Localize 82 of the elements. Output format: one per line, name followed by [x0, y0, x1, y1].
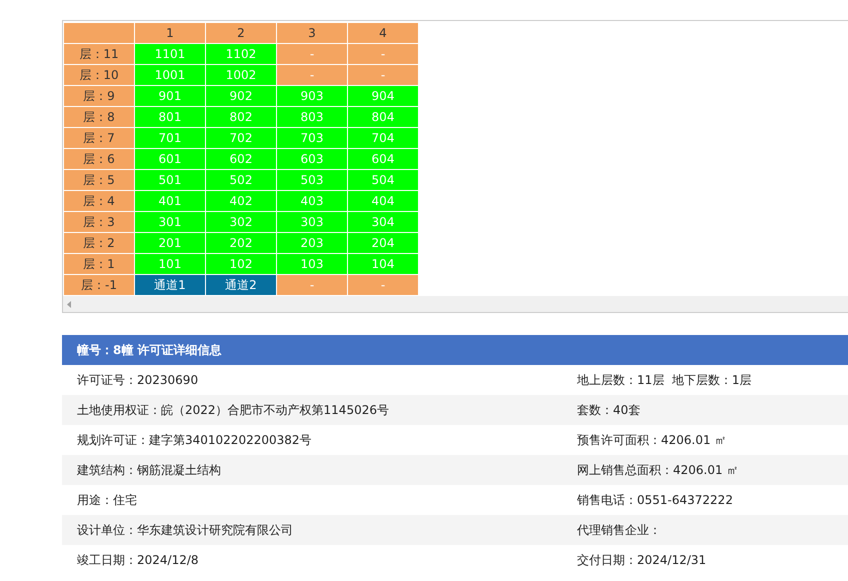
- unit-cell[interactable]: 1102: [206, 44, 276, 64]
- unit-cell[interactable]: 701: [135, 128, 205, 148]
- detail-text: 建筑结构：钢筋混凝土结构: [77, 462, 222, 478]
- unit-cell[interactable]: -: [348, 65, 418, 85]
- unit-cell[interactable]: 1002: [206, 65, 276, 85]
- detail-text: 土地使用权证：皖（2022）合肥市不动产权第1145026号: [77, 402, 390, 418]
- floor-label: 层：6: [64, 149, 134, 169]
- column-header: 1: [135, 23, 205, 43]
- unit-cell[interactable]: 504: [348, 170, 418, 190]
- unit-cell[interactable]: 101: [135, 254, 205, 274]
- unit-cell[interactable]: 203: [277, 233, 347, 253]
- floor-label: 层：2: [64, 233, 134, 253]
- unit-cell[interactable]: 903: [277, 86, 347, 106]
- unit-cell[interactable]: 601: [135, 149, 205, 169]
- floor-label: 层：3: [64, 212, 134, 232]
- unit-cell[interactable]: 1001: [135, 65, 205, 85]
- floor-label: 层：1: [64, 254, 134, 274]
- detail-text: 用途：住宅: [77, 492, 138, 508]
- scroll-left-icon[interactable]: [67, 300, 71, 308]
- unit-cell[interactable]: 102: [206, 254, 276, 274]
- unit-cell[interactable]: 901: [135, 86, 205, 106]
- unit-cell[interactable]: 401: [135, 191, 205, 211]
- unit-cell[interactable]: 904: [348, 86, 418, 106]
- unit-cell[interactable]: 502: [206, 170, 276, 190]
- detail-text: 销售电话：0551-64372222: [577, 492, 734, 508]
- unit-cell[interactable]: -: [348, 44, 418, 64]
- detail-text: 竣工日期：2024/12/8: [77, 552, 200, 568]
- unit-cell[interactable]: 801: [135, 107, 205, 127]
- unit-cell[interactable]: 103: [277, 254, 347, 274]
- floor-label: 层：5: [64, 170, 134, 190]
- column-header: 3: [277, 23, 347, 43]
- unit-cell[interactable]: 1101: [135, 44, 205, 64]
- unit-cell[interactable]: 302: [206, 212, 276, 232]
- unit-cell[interactable]: 802: [206, 107, 276, 127]
- unit-cell[interactable]: 202: [206, 233, 276, 253]
- floor-label: 层：9: [64, 86, 134, 106]
- unit-cell[interactable]: 通道1: [135, 275, 205, 295]
- column-header: 4: [348, 23, 418, 43]
- unit-cell[interactable]: 通道2: [206, 275, 276, 295]
- detail-text: 套数：40套: [577, 402, 642, 418]
- detail-text: 网上销售总面积：4206.01 ㎡: [577, 462, 740, 478]
- unit-cell[interactable]: 803: [277, 107, 347, 127]
- unit-cell[interactable]: 704: [348, 128, 418, 148]
- corner-header: [64, 23, 134, 43]
- unit-cell[interactable]: 902: [206, 86, 276, 106]
- unit-cell[interactable]: 304: [348, 212, 418, 232]
- detail-text: 交付日期：2024/12/31: [577, 552, 708, 568]
- unit-cell[interactable]: 703: [277, 128, 347, 148]
- unit-cell[interactable]: 804: [348, 107, 418, 127]
- floor-label: 层：-1: [64, 275, 134, 295]
- unit-cell[interactable]: 602: [206, 149, 276, 169]
- unit-cell[interactable]: 603: [277, 149, 347, 169]
- unit-cell[interactable]: -: [277, 44, 347, 64]
- unit-cell[interactable]: 604: [348, 149, 418, 169]
- detail-text: 预售许可面积：4206.01 ㎡: [577, 432, 728, 448]
- unit-cell[interactable]: 403: [277, 191, 347, 211]
- unit-cell[interactable]: 301: [135, 212, 205, 232]
- unit-cell[interactable]: 702: [206, 128, 276, 148]
- detail-text: 许可证号：20230690: [77, 372, 200, 388]
- unit-cell[interactable]: 303: [277, 212, 347, 232]
- floor-label: 层：8: [64, 107, 134, 127]
- unit-cell[interactable]: 402: [206, 191, 276, 211]
- horizontal-scrollbar[interactable]: [63, 296, 848, 312]
- column-header: 2: [206, 23, 276, 43]
- unit-cell[interactable]: 503: [277, 170, 347, 190]
- detail-text: 代理销售企业：: [577, 522, 662, 538]
- floor-label: 层：7: [64, 128, 134, 148]
- unit-cell[interactable]: 201: [135, 233, 205, 253]
- unit-cell[interactable]: 501: [135, 170, 205, 190]
- detail-text: 设计单位：华东建筑设计研究院有限公司: [77, 522, 294, 538]
- floor-label: 层：11: [64, 44, 134, 64]
- unit-cell[interactable]: 104: [348, 254, 418, 274]
- floor-label: 层：4: [64, 191, 134, 211]
- unit-cell[interactable]: 404: [348, 191, 418, 211]
- detail-text: 规划许可证：建字第340102202200382号: [77, 432, 313, 448]
- unit-cell[interactable]: -: [348, 275, 418, 295]
- floor-label: 层：10: [64, 65, 134, 85]
- unit-cell[interactable]: -: [277, 65, 347, 85]
- details-title: 幢号：8幢 许可证详细信息: [62, 335, 848, 365]
- unit-cell[interactable]: 204: [348, 233, 418, 253]
- detail-text: 地上层数：11层 地下层数：1层: [577, 372, 753, 388]
- unit-cell[interactable]: -: [277, 275, 347, 295]
